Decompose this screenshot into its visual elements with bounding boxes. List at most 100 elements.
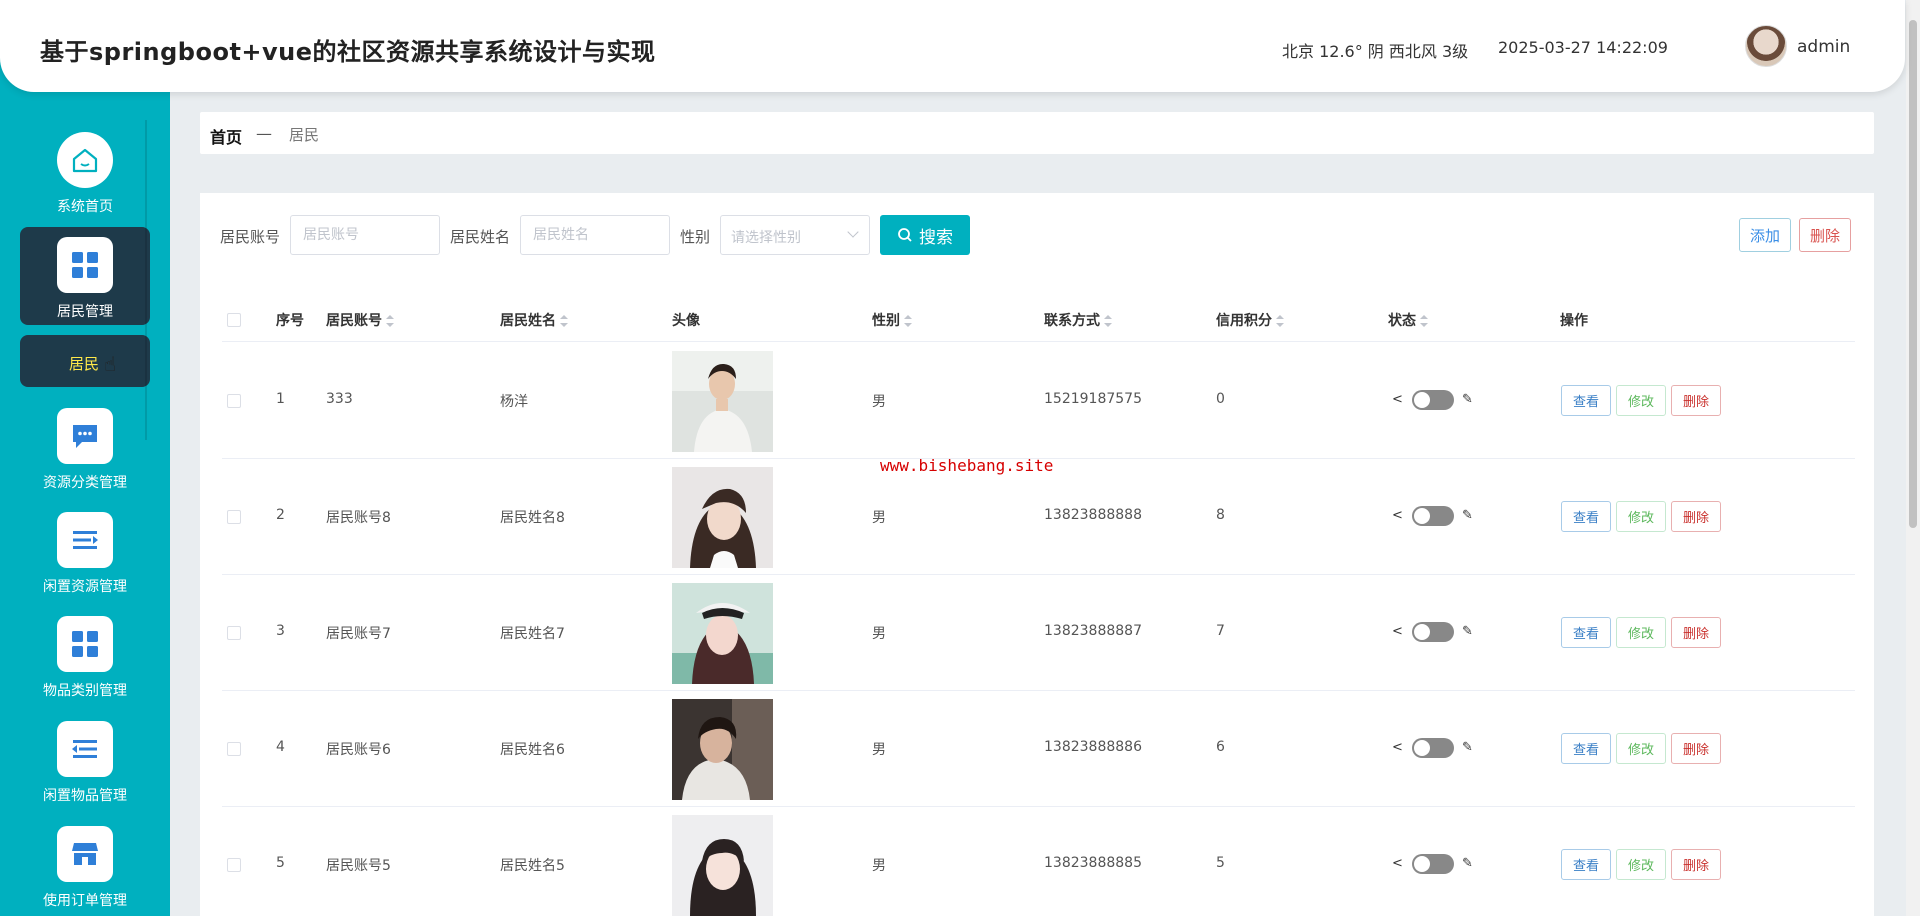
cell-name: 居民姓名7 <box>500 626 565 642</box>
status-toggle[interactable] <box>1412 854 1454 874</box>
row-checkbox[interactable] <box>227 626 241 640</box>
cell-name: 居民姓名8 <box>500 510 565 526</box>
name-search-input[interactable] <box>520 215 670 255</box>
col-account[interactable]: 居民账号 <box>326 310 394 330</box>
edit-button[interactable]: 修改 <box>1616 849 1666 880</box>
bulk-delete-button[interactable]: 删除 <box>1799 218 1851 252</box>
sidebar-item-home[interactable]: 系统首页 <box>20 132 150 216</box>
breadcrumb-separator: — <box>256 124 272 143</box>
delete-button[interactable]: 删除 <box>1671 385 1721 416</box>
breadcrumb-current: 居民 <box>289 126 320 144</box>
delete-button[interactable]: 删除 <box>1671 617 1721 648</box>
sidebar-item-label: 物品类别管理 <box>43 683 127 699</box>
edit-button[interactable]: 修改 <box>1616 733 1666 764</box>
username[interactable]: admin <box>1797 37 1850 57</box>
avatar-photo[interactable] <box>672 467 773 568</box>
sidebar: 系统首页 居民管理 居民 ☝ 资源分类管理 闲置资源管理 物品类别管理 闲置物品… <box>0 0 170 916</box>
row-checkbox[interactable] <box>227 858 241 872</box>
sidebar-subitem-resident[interactable]: 居民 <box>20 335 150 387</box>
cell-credit: 0 <box>1216 391 1225 407</box>
sort-icon[interactable] <box>1420 315 1428 327</box>
cell-index: 1 <box>276 391 285 407</box>
delete-button[interactable]: 删除 <box>1671 849 1721 880</box>
cell-credit: 8 <box>1216 507 1225 523</box>
sidebar-scrollbar[interactable] <box>145 120 147 440</box>
page-scrollbar-thumb[interactable] <box>1909 20 1917 528</box>
top-header: 基于springboot+vue的社区资源共享系统设计与实现 北京 12.6° … <box>0 0 1905 92</box>
sidebar-subitem-label: 居民 <box>69 355 100 373</box>
add-button[interactable]: 添加 <box>1739 218 1791 252</box>
avatar-photo[interactable] <box>672 699 773 800</box>
cell-name: 居民姓名6 <box>500 742 565 758</box>
sort-icon[interactable] <box>1104 315 1112 327</box>
row-checkbox[interactable] <box>227 742 241 756</box>
col-name[interactable]: 居民姓名 <box>500 310 568 330</box>
col-avatar: 头像 <box>672 313 700 329</box>
breadcrumb-home[interactable]: 首页 <box>210 124 242 148</box>
sort-icon[interactable] <box>560 315 568 327</box>
status-toggle[interactable] <box>1412 506 1454 526</box>
sidebar-item-orders[interactable]: 使用订单管理 <box>20 826 150 910</box>
col-gender[interactable]: 性别 <box>872 310 912 330</box>
cell-credit: 6 <box>1216 739 1225 755</box>
gender-select[interactable]: 请选择性别 <box>720 215 870 255</box>
sidebar-item-label: 居民管理 <box>57 304 113 320</box>
row-checkbox[interactable] <box>227 510 241 524</box>
cell-index: 5 <box>276 855 285 871</box>
sidebar-item-residents[interactable]: 居民管理 <box>20 227 150 325</box>
status-toggle[interactable] <box>1412 622 1454 642</box>
sidebar-item-label: 使用订单管理 <box>43 893 127 909</box>
avatar-photo[interactable] <box>672 815 773 916</box>
sort-icon[interactable] <box>904 315 912 327</box>
row-checkbox[interactable] <box>227 394 241 408</box>
col-phone[interactable]: 联系方式 <box>1044 310 1112 330</box>
cell-gender: 男 <box>872 510 886 526</box>
col-index: 序号 <box>276 313 304 329</box>
avatar-photo[interactable] <box>672 583 773 684</box>
view-button[interactable]: 查看 <box>1561 733 1611 764</box>
share-icon: < <box>1392 392 1403 407</box>
search-icon <box>898 228 912 242</box>
sort-icon[interactable] <box>386 315 394 327</box>
view-button[interactable]: 查看 <box>1561 617 1611 648</box>
list-icon <box>57 721 113 777</box>
table-header: 序号 居民账号 居民姓名 头像 性别 联系方式 信用积分 状态 操作 <box>222 297 1855 342</box>
search-button[interactable]: 搜索 <box>880 215 970 255</box>
grid-icon <box>57 237 113 293</box>
view-button[interactable]: 查看 <box>1561 501 1611 532</box>
cell-index: 2 <box>276 507 285 523</box>
delete-button[interactable]: 删除 <box>1671 733 1721 764</box>
sidebar-item-idle-resource[interactable]: 闲置资源管理 <box>20 512 150 596</box>
status-toggle[interactable] <box>1412 738 1454 758</box>
list-icon <box>57 512 113 568</box>
pencil-icon: ✎ <box>1462 856 1473 871</box>
account-search-input[interactable] <box>290 215 440 255</box>
cell-account: 居民账号8 <box>326 510 391 526</box>
edit-button[interactable]: 修改 <box>1616 501 1666 532</box>
col-status[interactable]: 状态 <box>1388 310 1428 330</box>
search-button-label: 搜索 <box>919 227 953 247</box>
sidebar-item-label: 资源分类管理 <box>43 475 127 491</box>
cell-gender: 男 <box>872 858 886 874</box>
col-credit[interactable]: 信用积分 <box>1216 310 1284 330</box>
sidebar-item-resource-category[interactable]: 资源分类管理 <box>20 408 150 492</box>
cell-name: 居民姓名5 <box>500 858 565 874</box>
view-button[interactable]: 查看 <box>1561 849 1611 880</box>
avatar-photo[interactable] <box>672 351 773 452</box>
shop-icon <box>57 826 113 882</box>
sidebar-item-idle-items[interactable]: 闲置物品管理 <box>20 721 150 805</box>
edit-button[interactable]: 修改 <box>1616 617 1666 648</box>
sidebar-item-label: 闲置物品管理 <box>43 788 127 804</box>
edit-button[interactable]: 修改 <box>1616 385 1666 416</box>
select-all-checkbox[interactable] <box>227 313 241 327</box>
col-gender-label: 性别 <box>872 313 900 329</box>
sort-icon[interactable] <box>1276 315 1284 327</box>
sidebar-item-item-category[interactable]: 物品类别管理 <box>20 616 150 700</box>
status-toggle[interactable] <box>1412 390 1454 410</box>
view-button[interactable]: 查看 <box>1561 385 1611 416</box>
cell-account: 居民账号6 <box>326 742 391 758</box>
col-credit-label: 信用积分 <box>1216 313 1272 329</box>
delete-button[interactable]: 删除 <box>1671 501 1721 532</box>
table-row: 4 居民账号6 居民姓名6 男 13823888886 6 < ✎ 查看 修改 … <box>222 691 1855 807</box>
avatar[interactable] <box>1745 25 1787 67</box>
